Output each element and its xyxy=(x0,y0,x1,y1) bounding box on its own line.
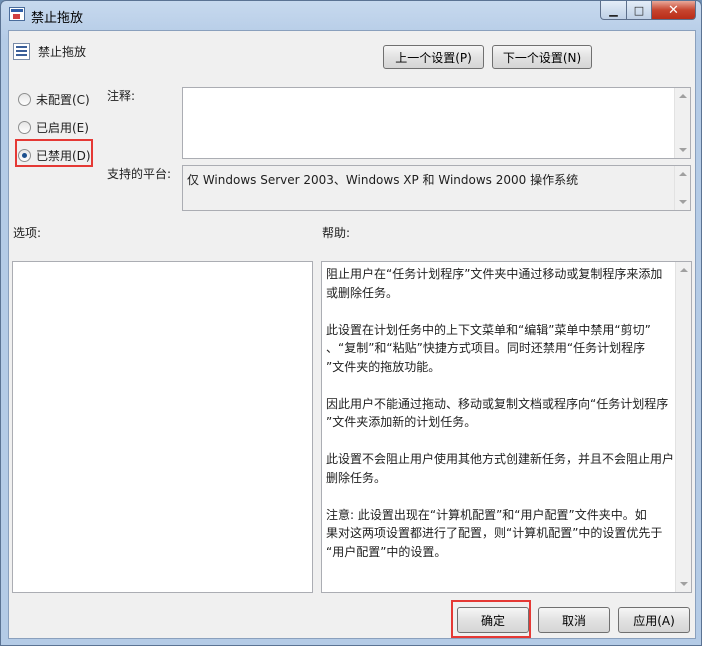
platform-textbox: 仅 Windows Server 2003、Windows XP 和 Windo… xyxy=(182,165,691,211)
maximize-icon: □ xyxy=(633,3,645,17)
radio-not-configured-dot[interactable] xyxy=(18,93,31,106)
comment-label: 注释: xyxy=(107,89,136,103)
scroll-down-arrow-icon[interactable] xyxy=(680,582,688,586)
previous-setting-button[interactable]: 上一个设置(P) xyxy=(383,45,484,69)
cancel-button[interactable]: 取消 xyxy=(538,607,610,633)
maximize-button[interactable]: □ xyxy=(626,1,652,20)
policy-name: 禁止拖放 xyxy=(38,45,87,59)
scroll-up-arrow-icon[interactable] xyxy=(679,172,687,176)
policy-app-icon xyxy=(9,7,25,21)
scroll-up-arrow-icon[interactable] xyxy=(679,94,687,98)
disabled-option-highlight xyxy=(15,139,93,167)
radio-enabled[interactable]: 已启用(E) xyxy=(18,119,89,136)
apply-button[interactable]: 应用(A) xyxy=(618,607,690,633)
platform-scrollbar[interactable] xyxy=(674,166,690,210)
dialog-window: 禁止拖放 ▁ □ ✕ 禁止拖放 上一个设置(P) 下一个设置(N) 未配置(C)… xyxy=(0,0,702,646)
comment-scrollbar[interactable] xyxy=(674,88,690,158)
help-label: 帮助: xyxy=(322,226,351,240)
help-scrollbar[interactable] xyxy=(675,262,691,592)
radio-not-configured[interactable]: 未配置(C) xyxy=(18,91,90,108)
window-title: 禁止拖放 xyxy=(31,11,84,26)
policy-setting-icon xyxy=(13,43,30,60)
scroll-up-arrow-icon[interactable] xyxy=(680,268,688,272)
platform-value: 仅 Windows Server 2003、Windows XP 和 Windo… xyxy=(187,173,579,187)
radio-not-configured-label: 未配置(C) xyxy=(36,93,90,107)
options-pane xyxy=(12,261,313,593)
ok-button-highlight xyxy=(451,600,531,638)
scroll-down-arrow-icon[interactable] xyxy=(679,200,687,204)
minimize-icon: ▁ xyxy=(609,3,618,17)
close-icon: ✕ xyxy=(668,2,679,18)
title-bar[interactable]: 禁止拖放 ▁ □ ✕ xyxy=(1,1,701,29)
options-label: 选项: xyxy=(13,226,42,240)
help-pane: 阻止用户在“任务计划程序”文件夹中通过移动或复制程序来添加 或删除任务。 此设置… xyxy=(321,261,692,593)
radio-enabled-dot[interactable] xyxy=(18,121,31,134)
help-text: 阻止用户在“任务计划程序”文件夹中通过移动或复制程序来添加 或删除任务。 此设置… xyxy=(326,267,675,559)
next-setting-button[interactable]: 下一个设置(N) xyxy=(492,45,592,69)
close-button[interactable]: ✕ xyxy=(651,1,696,20)
dialog-client-area: 禁止拖放 上一个设置(P) 下一个设置(N) 未配置(C) 已启用(E) 已禁用… xyxy=(8,30,696,639)
comment-textbox[interactable] xyxy=(182,87,691,159)
radio-enabled-label: 已启用(E) xyxy=(36,121,89,135)
platform-label: 支持的平台: xyxy=(107,167,172,181)
minimize-button[interactable]: ▁ xyxy=(600,1,627,20)
scroll-down-arrow-icon[interactable] xyxy=(679,148,687,152)
